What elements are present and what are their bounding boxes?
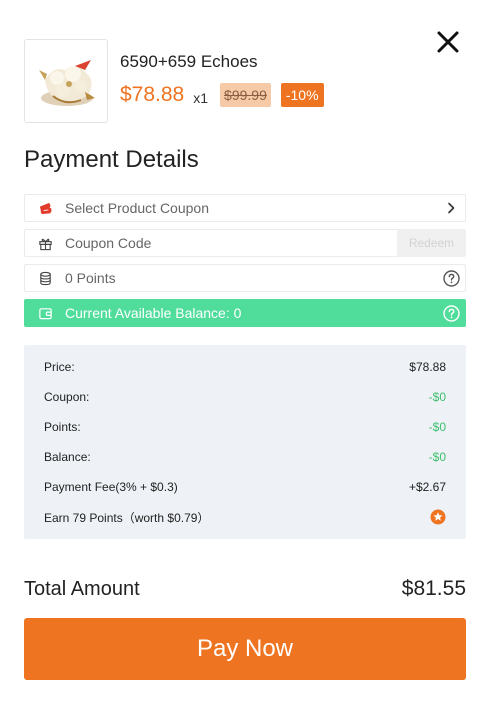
select-coupon-row[interactable]: Select Product Coupon (24, 194, 466, 222)
product-name: 6590+659 Echoes (120, 52, 258, 71)
star-badge-icon[interactable] (430, 509, 446, 525)
balance-deduction-value: -$0 (428, 450, 446, 464)
balance-deduction-label: Balance: (44, 450, 91, 464)
total-label: Total Amount (24, 578, 140, 600)
points-deduction-label: Points: (44, 420, 81, 434)
price-label: Price: (44, 360, 75, 374)
coupon-value: -$0 (428, 390, 446, 404)
price-value: $78.88 (409, 360, 446, 374)
coupon-label: Coupon: (44, 390, 90, 404)
points-label: 0 Points (65, 270, 116, 286)
product-image (24, 39, 108, 123)
select-coupon-label: Select Product Coupon (65, 200, 209, 216)
summary-points-line: Points: -$0 (44, 418, 446, 436)
help-icon[interactable] (437, 269, 465, 287)
original-price: $99.99 (220, 83, 271, 107)
discount-badge: -10% (280, 83, 324, 107)
points-deduction-value: -$0 (428, 420, 446, 434)
chevron-right-icon (437, 202, 465, 214)
pay-now-button[interactable]: Pay Now (24, 618, 466, 680)
gift-icon (25, 236, 65, 251)
summary-earn-line: Earn 79 Points（worth $0.79） (44, 508, 446, 526)
price-summary: Price: $78.88 Coupon: -$0 Points: -$0 Ba… (24, 345, 466, 539)
summary-coupon-line: Coupon: -$0 (44, 388, 446, 406)
price-row: $78.88 x1 $99.99 -10% (120, 82, 324, 108)
balance-row: Current Available Balance: 0 (24, 299, 466, 327)
product-quantity: x1 (193, 89, 209, 106)
total-value: $81.55 (401, 577, 466, 600)
payment-details-title: Payment Details (24, 146, 199, 173)
payment-fee-value: +$2.67 (408, 480, 446, 494)
coupon-ticket-icon (25, 201, 65, 216)
summary-price-line: Price: $78.88 (44, 358, 446, 376)
summary-balance-line: Balance: -$0 (44, 448, 446, 466)
payment-fee-label: Payment Fee(3% + $0.3) (44, 480, 178, 494)
product-price: $78.88 (120, 83, 185, 106)
summary-fee-line: Payment Fee(3% + $0.3) +$2.67 (44, 478, 446, 496)
coupon-code-input[interactable] (65, 231, 385, 255)
coupon-code-row: Redeem (24, 229, 466, 257)
coupon-code-field (24, 229, 398, 257)
total-amount-row: Total Amount $81.55 (24, 577, 466, 601)
redeem-button[interactable]: Redeem (397, 229, 466, 257)
earn-points-label: Earn 79 Points（worth $0.79） (44, 510, 210, 525)
coin-stack-icon (25, 271, 65, 286)
help-icon[interactable] (437, 304, 465, 322)
wallet-icon (25, 306, 65, 321)
balance-label: Current Available Balance: 0 (65, 305, 242, 321)
product-summary: 6590+659 Echoes $78.88 x1 $99.99 -10% (24, 39, 464, 123)
points-row: 0 Points (24, 264, 466, 292)
